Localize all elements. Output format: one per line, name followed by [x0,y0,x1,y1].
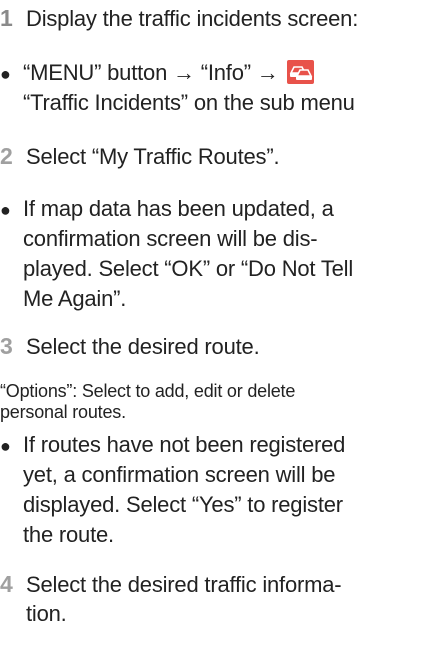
step-number: 4 [0,571,13,597]
bullet-icon: ● [0,200,11,220]
bullet-icon: ● [0,436,11,456]
note-line: personal routes. [0,402,126,422]
bullet-line: confirmation screen will be dis- [23,226,318,251]
menu-path-text-2: “Traffic Incidents” on the sub menu [23,90,355,115]
step-1: 1 Display the traffic incidents screen: [0,4,358,33]
bullet-line: If routes have not been registered [23,432,346,457]
bullet-line: the route. [23,522,114,547]
manual-page: 1 Display the traffic incidents screen: … [0,0,422,672]
step-3: 3 Select the desired route. [0,332,260,361]
bullet-line: yet, a confirmation screen will be [23,462,336,487]
bullet-line: Me Again”. [23,286,127,311]
bullet-map-update: ● If map data has been updated, a confir… [0,194,418,314]
traffic-cars-icon [286,60,314,84]
step-text: Select “My Traffic Routes”. [26,144,280,169]
bullet-menu-path: ● “MENU” button → “Info” → “Traffic Inci… [0,58,418,118]
step-number: 2 [0,143,13,169]
step-text: Select the desired route. [26,334,260,359]
step-text: Display the traffic incidents screen: [26,6,359,31]
note-line: “Options”: Select to add, edit or delete [0,381,296,401]
bullet-line: If map data has been updated, a [23,196,334,221]
step-2: 2 Select “My Traffic Routes”. [0,142,280,171]
menu-path-text: “MENU” button → “Info” → [23,60,279,85]
bullet-line: played. Select “OK” or “Do Not Tell [23,256,354,281]
step-number: 1 [0,5,13,31]
step-text: Select the desired traffic informa- [26,572,342,597]
step-text-continued: tion. [26,601,67,626]
step-4: 4 Select the desired traffic informa- ti… [0,570,342,628]
bullet-routes-not-registered: ● If routes have not been registered yet… [0,430,418,550]
step-number: 3 [0,333,13,359]
options-note: “Options”: Select to add, edit or delete… [0,381,418,423]
bullet-icon: ● [0,64,11,84]
bullet-line: displayed. Select “Yes” to register [23,492,343,517]
